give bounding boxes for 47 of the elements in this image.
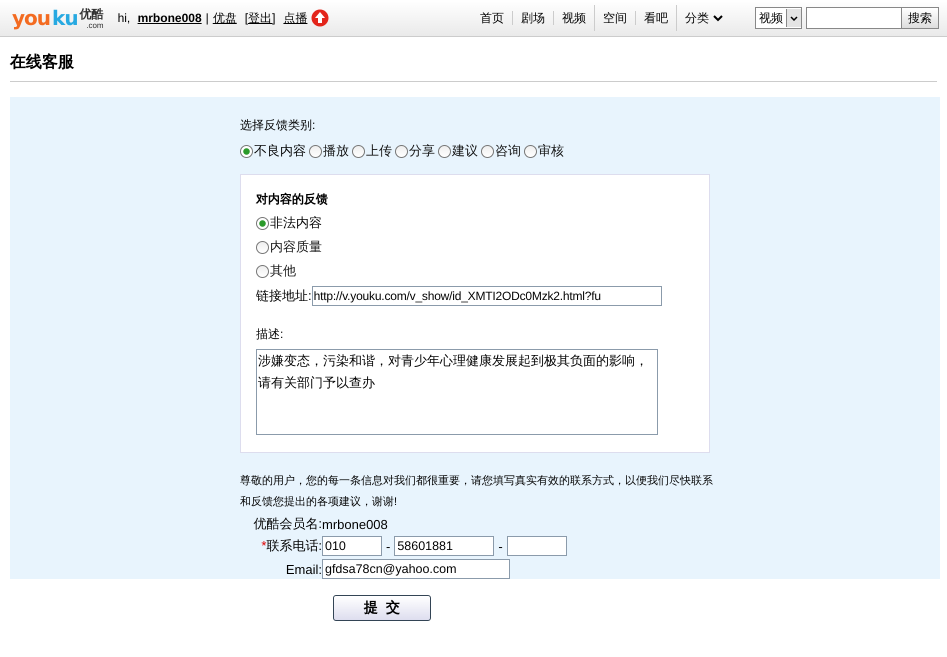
header-link[interactable]: [登出] — [244, 10, 276, 26]
category-radio[interactable]: 上传 — [352, 142, 392, 160]
content-radio[interactable]: 其他 — [256, 262, 296, 280]
separator-text: | — [206, 11, 209, 25]
dash-text: - — [498, 538, 503, 554]
phone-label: 联系电话: — [266, 538, 322, 553]
header-link[interactable]: 点播 — [283, 10, 308, 26]
content-radio[interactable]: 内容质量 — [256, 238, 322, 256]
page-title: 在线客服 — [10, 52, 937, 82]
description-label: 描述: — [256, 326, 284, 343]
chevron-down-icon — [790, 16, 798, 20]
phone-field[interactable]: 58601881 — [394, 536, 494, 556]
link-field[interactable]: http://v.youku.com/v_show/id_XMTI2ODc0Mzk2.html?fu — [312, 286, 662, 306]
nav-link[interactable]: 视频 — [554, 10, 594, 26]
greeting-text: hi, — [118, 11, 132, 25]
category-radio[interactable]: 播放 — [309, 142, 349, 160]
nav-link[interactable]: 剧场 — [513, 10, 553, 26]
nav-link[interactable]: 分类 — [677, 10, 731, 26]
dash-text: - — [386, 538, 390, 554]
nav-link[interactable]: 空间 — [595, 10, 635, 26]
category-radio[interactable]: 不良内容 — [240, 142, 306, 160]
link-label: 链接地址: — [256, 287, 312, 305]
search-button[interactable]: 搜索 — [901, 8, 938, 28]
card-title: 对内容的反馈 — [256, 191, 329, 208]
extension-field[interactable] — [506, 536, 567, 556]
email-label: Email: — [284, 562, 322, 576]
upload-icon[interactable] — [311, 9, 330, 27]
content-radio[interactable]: 非法内容 — [256, 214, 322, 232]
category-radio[interactable]: 建议 — [438, 142, 478, 160]
username-link[interactable]: mrbone008 — [138, 11, 202, 25]
category-radio[interactable]: 分享 — [395, 142, 435, 160]
nav-link[interactable]: 首页 — [472, 10, 512, 26]
header-link[interactable]: 优盘 — [212, 10, 237, 26]
submit-button[interactable]: 提 交 — [333, 595, 431, 621]
description-field[interactable]: 涉嫌变态，污染和谐，对青少年心理健康发展起到极其负面的影响，请有关部门予以查办 — [256, 349, 658, 435]
category-radio[interactable]: 审核 — [524, 142, 564, 160]
member-label: 优酷会员名: — [252, 515, 322, 533]
notice-text: 尊敬的用户，您的每一条信息对我们都很重要，请您填写真实有效的联系方式，以便我们尽快联系和反馈您提出的各项建议，谢谢! — [240, 474, 714, 510]
search-scope-select[interactable]: 视频 — [755, 7, 802, 29]
member-name: mrbone008 — [322, 516, 389, 532]
search-field[interactable]: 搜索 — [806, 7, 939, 29]
phone-field[interactable]: 010 — [322, 536, 382, 556]
category-radio[interactable]: 咨询 — [481, 142, 521, 160]
email-field[interactable]: gfdsa78cn@yahoo.com — [322, 559, 510, 579]
nav-link[interactable]: 看吧 — [636, 10, 676, 26]
category-label: 选择反馈类别: — [240, 117, 316, 134]
required-mark: * — [261, 538, 266, 553]
